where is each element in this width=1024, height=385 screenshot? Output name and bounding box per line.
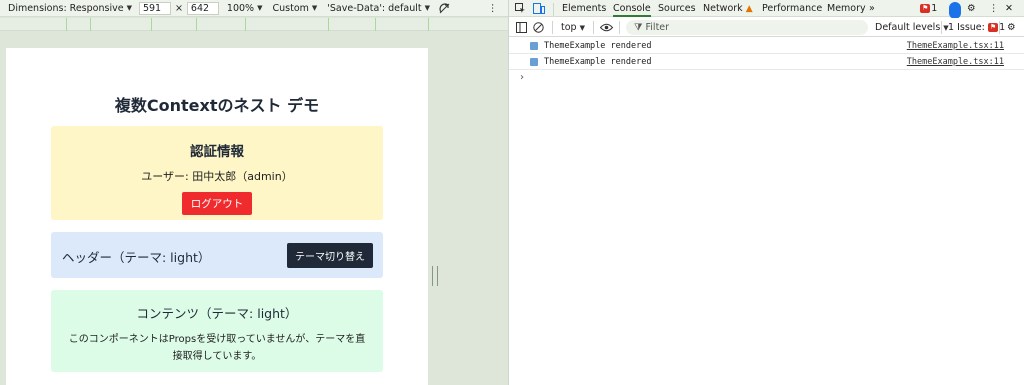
console-settings-gear-icon[interactable]: ⚙ (1007, 18, 1016, 37)
inspect-element-icon[interactable] (515, 0, 526, 17)
ruler-tick (428, 18, 429, 31)
ruler-tick (328, 18, 329, 31)
context-dropdown[interactable]: top ▼ (561, 18, 585, 37)
auth-heading: 認証情報 (190, 144, 244, 160)
width-input[interactable] (138, 1, 171, 15)
log-levels-dropdown[interactable]: Default levels ▼ (875, 18, 949, 37)
ruler-tick (245, 18, 246, 31)
issues-badge-count: 1 (931, 3, 938, 14)
more-tabs-icon[interactable]: » (869, 0, 875, 17)
dimensions-dropdown[interactable]: Dimensions: Responsive ▼ (8, 0, 132, 17)
prompt-chevron-icon: › (520, 72, 524, 83)
settings-gear-icon[interactable]: ⚙ (967, 0, 976, 17)
tab-elements[interactable]: Elements (562, 0, 606, 17)
throttle-dropdown[interactable]: Custom ▼ (272, 0, 317, 17)
issues-flag-icon: ⚑ (987, 23, 999, 32)
toolbar-divider (619, 21, 620, 34)
tab-memory[interactable]: Memory (827, 0, 866, 17)
issues-badge-icon: ⚑ (920, 4, 931, 13)
save-data-dropdown[interactable]: 'Save-Data': default ▼ (327, 0, 430, 17)
toolbar-divider (552, 21, 553, 34)
times-sign: × (174, 2, 183, 14)
sidebar-toggle-icon[interactable] (516, 18, 527, 37)
issues-label: 1 Issue: (948, 22, 985, 33)
caret-down-icon: ▼ (579, 24, 585, 32)
clear-console-icon[interactable] (533, 18, 544, 37)
resize-handle[interactable] (432, 266, 438, 286)
extension-icon[interactable] (949, 2, 961, 19)
caret-down-icon: ▼ (311, 4, 318, 12)
info-icon (530, 58, 538, 66)
tab-performance[interactable]: Performance (762, 0, 822, 17)
warning-icon: ▲ (745, 4, 753, 14)
user-info: ユーザー: 田中太郎（admin） (141, 170, 293, 183)
device-toolbar: Dimensions: Responsive▼ × 100%▼ Custom▼ … (0, 0, 508, 17)
device-emulation-pane: Dimensions: Responsive▼ × 100%▼ Custom▼ … (0, 0, 508, 385)
log-row: ThemeExample rendered ThemeExample.tsx:1… (509, 54, 1024, 70)
tab-network[interactable]: Network ▲ (703, 0, 753, 17)
filter-input[interactable]: ⧩ Filter (626, 20, 868, 35)
caret-down-icon: ▼ (424, 4, 430, 12)
device-toggle-icon[interactable] (533, 0, 545, 17)
devtools-panel: Elements Console Sources Network ▲ Perfo… (508, 0, 1024, 385)
zoom-label: 100% (226, 2, 255, 14)
header-card: ヘッダー（テーマ: light） テーマ切り替え (51, 232, 383, 278)
log-message: ThemeExample rendered (544, 57, 652, 67)
filter-icon: ⧩ (634, 22, 643, 33)
theme-toggle-button[interactable]: テーマ切り替え (287, 243, 373, 268)
toolbar-divider (593, 21, 594, 34)
ruler-tick (375, 18, 376, 31)
issues-counter[interactable]: 1 Issue: ⚑ 1 (948, 18, 1005, 37)
toolbar-divider (941, 21, 942, 34)
page-title: 複数Contextのネスト デモ (114, 96, 320, 115)
context-label: top (561, 22, 577, 33)
dimensions-label: Dimensions: Responsive (8, 2, 124, 14)
issues-badge[interactable]: ⚑ 1 (920, 0, 937, 17)
caret-down-icon: ▼ (257, 4, 263, 12)
zoom-dropdown[interactable]: 100% ▼ (227, 0, 263, 17)
more-options-icon[interactable]: ⋮ (488, 0, 498, 17)
tab-network-label: Network (703, 3, 743, 14)
header-title: ヘッダー（テーマ: light） (62, 250, 211, 265)
log-source-link[interactable]: ThemeExample.tsx:11 (907, 38, 1004, 54)
close-icon[interactable]: ✕ (1005, 0, 1013, 17)
info-icon (530, 42, 538, 50)
caret-down-icon: ▼ (126, 4, 132, 12)
media-query-ruler (0, 18, 508, 31)
tab-sources[interactable]: Sources (658, 0, 696, 17)
toolbar-divider (999, 21, 1000, 34)
console-output: ThemeExample rendered ThemeExample.tsx:1… (509, 38, 1024, 86)
rotate-icon[interactable] (438, 0, 451, 17)
ruler-tick (151, 18, 152, 31)
tab-console[interactable]: Console (613, 0, 651, 17)
toolbar-divider (553, 3, 554, 16)
log-levels-label: Default levels (875, 22, 941, 33)
logout-button[interactable]: ログアウト (181, 192, 253, 215)
throttle-label: Custom (272, 2, 309, 14)
more-options-icon[interactable]: ⋮ (989, 0, 999, 17)
ruler-tick (196, 18, 197, 31)
eye-icon[interactable] (599, 18, 614, 37)
console-toolbar: top ▼ ⧩ Filter Default levels ▼ 1 Issue: ⚑… (509, 18, 1024, 37)
content-heading: コンテンツ（テーマ: light） (136, 306, 298, 321)
content-body: このコンポーネントはPropsを受け取っていませんが、テーマを直接取得しています… (68, 334, 366, 362)
log-message: ThemeExample rendered (544, 41, 652, 51)
save-data-label: 'Save-Data': default (327, 2, 422, 14)
issues-count: 1 (999, 22, 1006, 33)
auth-card: 認証情報 ユーザー: 田中太郎（admin） ログアウト (51, 126, 383, 220)
ruler-tick (90, 18, 91, 31)
content-card: コンテンツ（テーマ: light） このコンポーネントはPropsを受け取ってい… (51, 290, 383, 372)
log-source-link[interactable]: ThemeExample.tsx:11 (907, 54, 1004, 70)
filter-placeholder: Filter (645, 22, 670, 33)
ruler-tick (66, 18, 67, 31)
console-prompt[interactable]: › (509, 70, 1024, 86)
devtools-tab-bar: Elements Console Sources Network ▲ Perfo… (509, 0, 1024, 19)
device-viewport: 複数Contextのネスト デモ 認証情報 ユーザー: 田中太郎（admin） … (6, 48, 428, 385)
log-row: ThemeExample rendered ThemeExample.tsx:1… (509, 38, 1024, 54)
height-input[interactable] (186, 1, 219, 15)
